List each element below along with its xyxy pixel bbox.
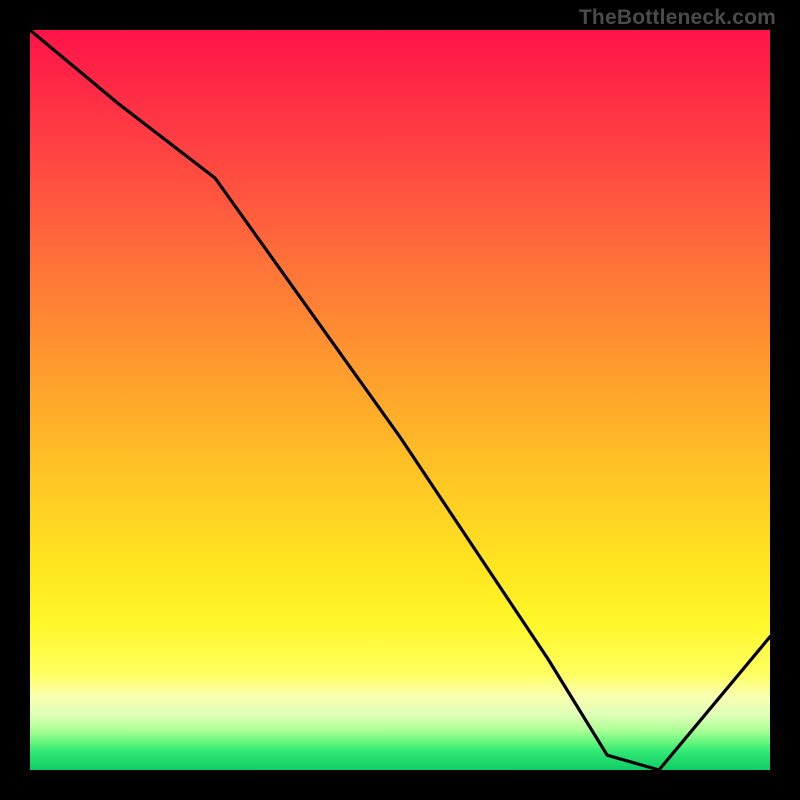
bottleneck-curve xyxy=(30,30,770,770)
plot-area xyxy=(30,30,770,770)
watermark-text: TheBottleneck.com xyxy=(579,6,776,30)
chart-container: TheBottleneck.com xyxy=(0,0,800,800)
curve-layer xyxy=(30,30,770,770)
